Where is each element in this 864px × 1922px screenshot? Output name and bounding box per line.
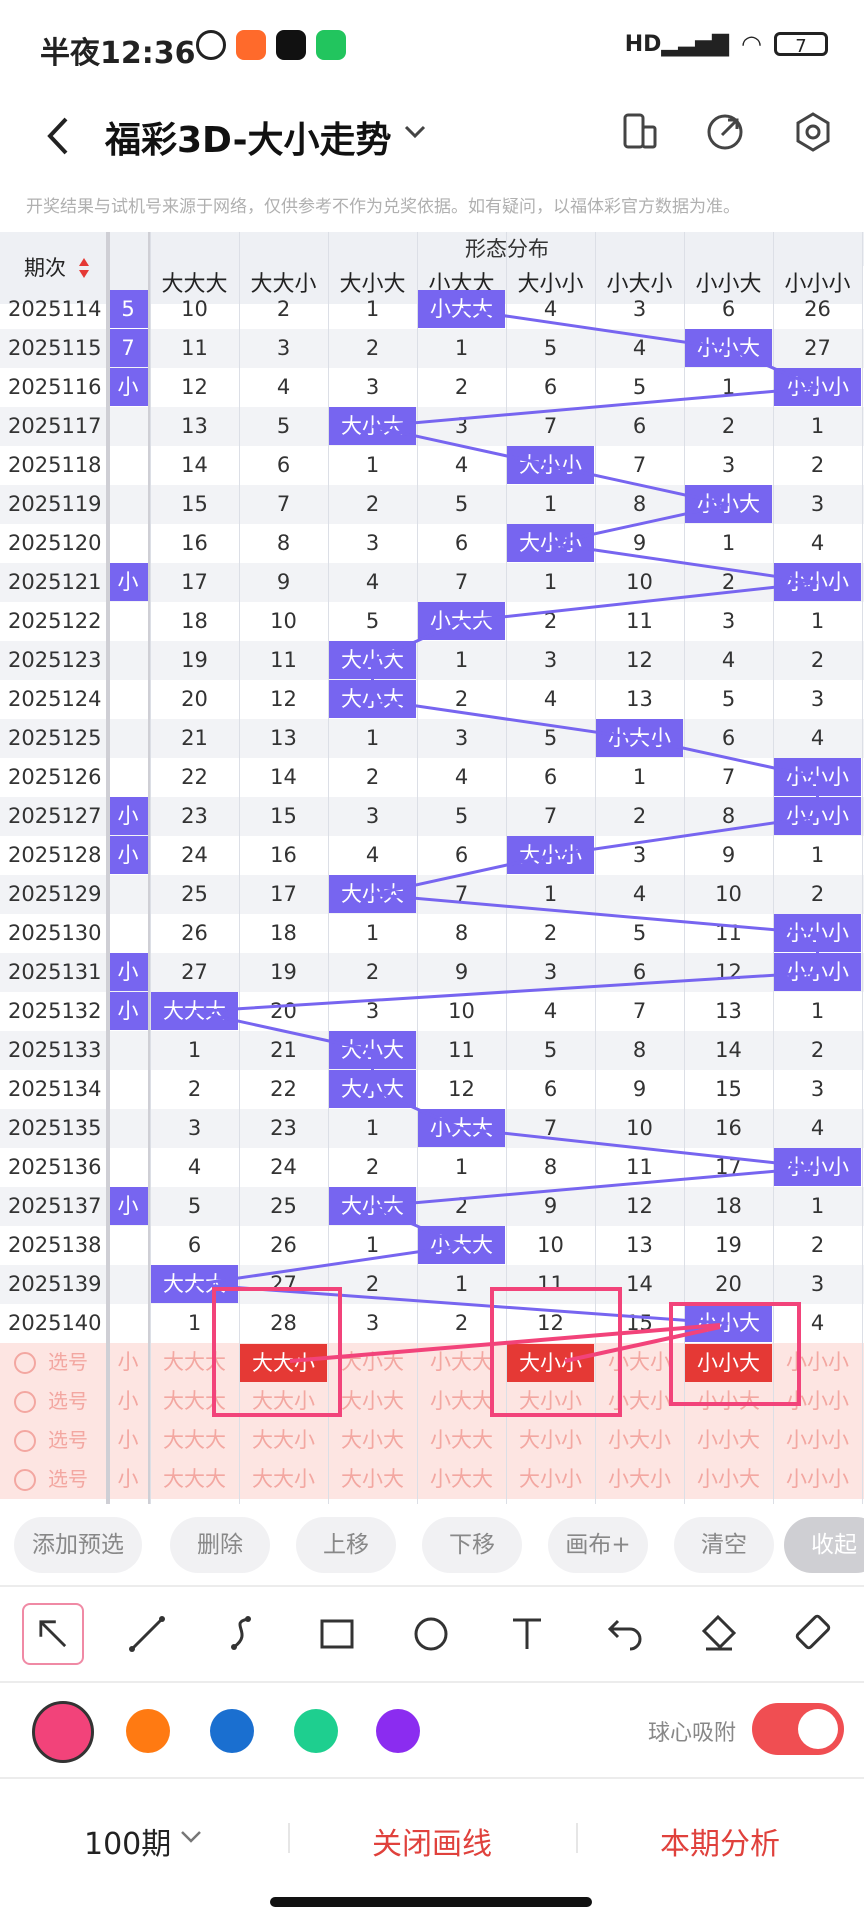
chevron-down-icon[interactable] bbox=[180, 1829, 202, 1845]
wifi-icon: ◠ bbox=[741, 30, 762, 58]
wechat-icon bbox=[316, 30, 346, 60]
close-lines-button[interactable]: 关闭画线 bbox=[372, 1819, 492, 1863]
toggle-knob bbox=[798, 1709, 838, 1749]
status-bar: 半夜12:36 HD▂▃▅▇ ◠ 7 bbox=[0, 0, 864, 95]
clear-canvas-icon[interactable] bbox=[782, 1603, 844, 1665]
title-bar: 福彩3D-大小走势 bbox=[0, 95, 864, 195]
annotation-rectangle[interactable] bbox=[212, 1287, 342, 1417]
signal-icon: HD▂▃▅▇ bbox=[624, 31, 730, 57]
bottom-bar: 100期 关闭画线 本期分析 bbox=[0, 1777, 864, 1922]
rectangle-tool-icon[interactable] bbox=[306, 1603, 368, 1665]
drawing-toolbar bbox=[0, 1585, 864, 1683]
add-preselect-button[interactable]: 添加预选 bbox=[14, 1517, 142, 1573]
text-tool-icon[interactable] bbox=[496, 1603, 558, 1665]
circle-tool-icon[interactable] bbox=[400, 1603, 462, 1665]
page-title: 福彩3D-大小走势 bbox=[105, 120, 392, 161]
clear-button[interactable]: 清空 bbox=[674, 1517, 774, 1573]
back-arrow-icon[interactable] bbox=[38, 111, 78, 161]
disclaimer-text: 开奖结果与试机号来源于网络，仅供参考不作为兑奖依据。如有疑问，以福体彩官方数据为… bbox=[26, 197, 740, 217]
color-swatch-orange[interactable] bbox=[126, 1709, 170, 1753]
color-bar: 球心吸附 bbox=[0, 1681, 864, 1779]
trend-polyline bbox=[194, 308, 819, 1325]
move-up-button[interactable]: 上移 bbox=[296, 1517, 396, 1573]
eraser-icon[interactable] bbox=[688, 1603, 750, 1665]
color-swatch-purple[interactable] bbox=[376, 1709, 420, 1753]
color-swatch-pink[interactable] bbox=[32, 1701, 94, 1763]
arrow-tool-icon[interactable] bbox=[22, 1603, 84, 1665]
divider bbox=[576, 1823, 578, 1853]
alarm-icon bbox=[196, 30, 226, 60]
annotation-rectangle[interactable] bbox=[669, 1302, 801, 1406]
delete-button[interactable]: 删除 bbox=[170, 1517, 270, 1573]
status-app-icons bbox=[196, 30, 346, 60]
collapse-button[interactable]: 收起 bbox=[784, 1517, 864, 1573]
app-notification-icon bbox=[236, 30, 266, 60]
trend-lines bbox=[194, 308, 819, 1417]
snap-label: 球心吸附 bbox=[648, 1721, 737, 1746]
settings-icon[interactable] bbox=[788, 107, 838, 157]
period-count-select[interactable]: 100期 bbox=[84, 1819, 171, 1863]
move-down-button[interactable]: 下移 bbox=[422, 1517, 522, 1573]
divider bbox=[288, 1823, 290, 1853]
color-swatch-green[interactable] bbox=[294, 1709, 338, 1753]
snap-toggle[interactable] bbox=[752, 1703, 844, 1755]
tiktok-icon bbox=[276, 30, 306, 60]
battery-icon: 7 bbox=[774, 32, 828, 57]
line-tool-icon[interactable] bbox=[116, 1603, 178, 1665]
trend-table[interactable]: 期次 形态分布 大大大 大大小 大小大 小大大 大小小 小大小 小小大 小小小 2025114… bbox=[0, 232, 864, 1504]
canvas-plus-button[interactable]: 画布+ bbox=[548, 1517, 648, 1573]
share-icon[interactable] bbox=[700, 107, 750, 157]
status-time: 半夜12:36 bbox=[40, 36, 196, 71]
curve-tool-icon[interactable] bbox=[210, 1603, 272, 1665]
period-analysis-button[interactable]: 本期分析 bbox=[660, 1819, 780, 1863]
undo-icon[interactable] bbox=[592, 1603, 654, 1665]
color-swatch-blue[interactable] bbox=[210, 1709, 254, 1753]
action-bar: 添加预选 删除 上移 下移 画布+ 清空 收起 bbox=[0, 1505, 864, 1585]
device-icon[interactable] bbox=[615, 107, 665, 157]
status-right: HD▂▃▅▇ ◠ 7 bbox=[625, 30, 828, 58]
chevron-down-icon[interactable] bbox=[400, 117, 430, 147]
home-indicator[interactable] bbox=[270, 1897, 592, 1907]
